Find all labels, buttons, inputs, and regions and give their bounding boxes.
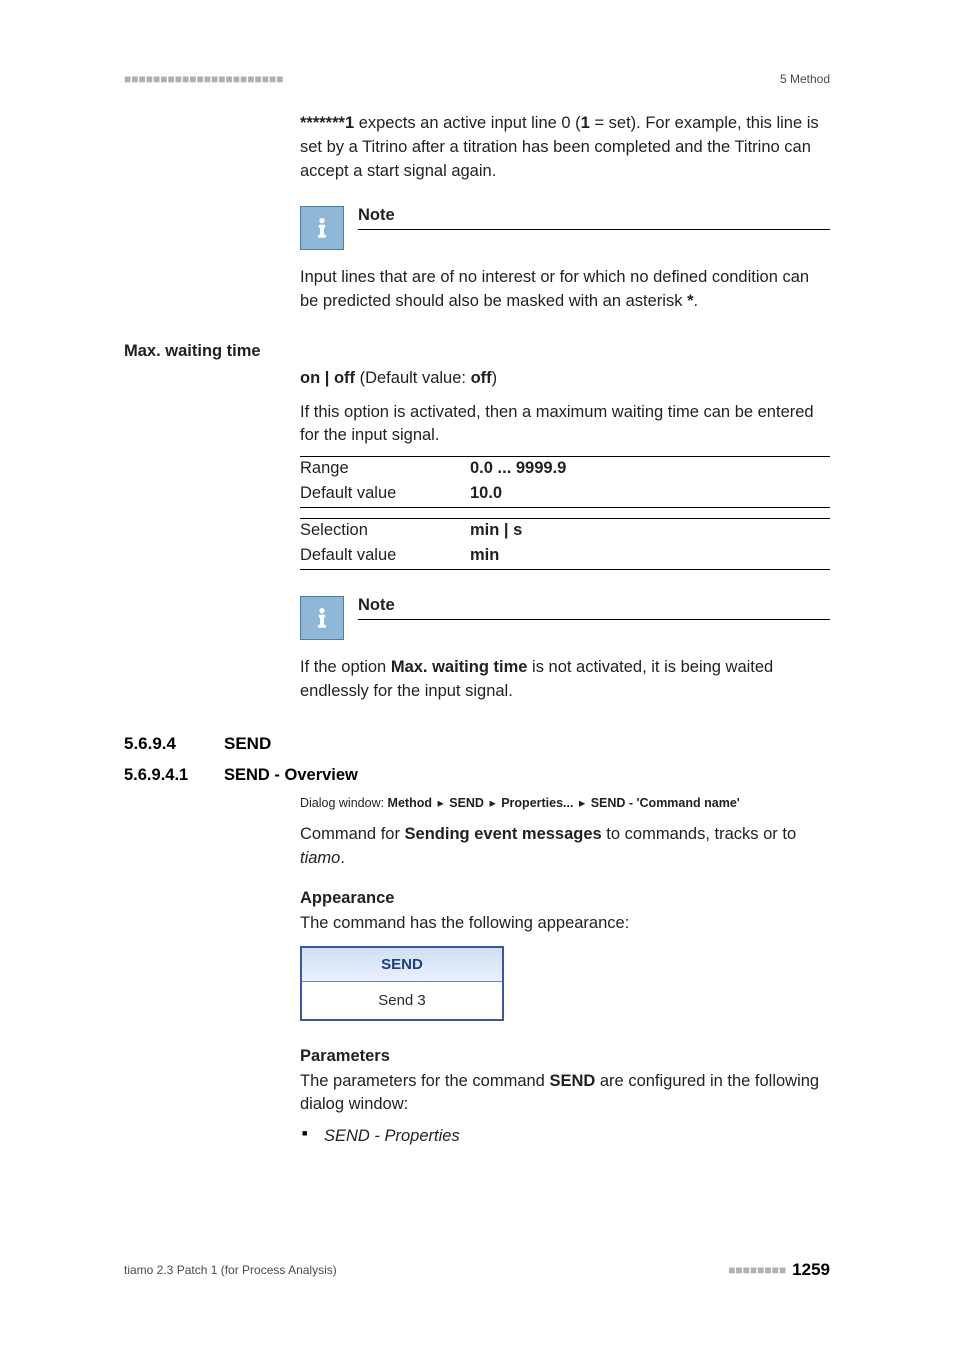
maxwait-toggle-s1: (Default value: (355, 369, 471, 387)
params-bold: SEND (549, 1072, 595, 1090)
heading-send-num: 5.6.9.4 (124, 734, 224, 754)
spec1-k1: Range (300, 459, 470, 478)
send-desc-mid: to commands, tracks or to (602, 825, 796, 843)
spec2-k2: Default value (300, 546, 470, 565)
spec-table-range: Range 0.0 ... 9999.9 Default value 10.0 (300, 456, 830, 508)
heading-send-ov-num: 5.6.9.4.1 (124, 766, 224, 785)
info-icon (300, 206, 344, 250)
note-block-2: Note If the option Max. waiting time is … (300, 596, 830, 704)
note1-body-after: . (693, 292, 698, 310)
send-desc-before: Command for (300, 825, 405, 843)
intro-pattern: *******1 (300, 114, 354, 132)
triangle-icon: ▸ (489, 795, 495, 813)
spec2-v1: min | s (470, 521, 830, 540)
note2-title: Note (358, 596, 830, 620)
parameters-list: SEND - Properties (300, 1125, 830, 1149)
footer-ornament: ■■■■■■■■ (728, 1263, 786, 1277)
params-bullet-1: SEND - Properties (324, 1127, 460, 1145)
info-icon (300, 596, 344, 640)
triangle-icon: ▸ (579, 795, 585, 813)
dialog-p3: Properties... (501, 796, 573, 810)
dialog-path: Dialog window: Method ▸ SEND ▸ Propertie… (300, 795, 830, 813)
parameters-heading: Parameters (300, 1047, 830, 1066)
send-command-box: SEND Send 3 (300, 946, 504, 1021)
appearance-desc: The command has the following appearance… (300, 912, 830, 936)
note-block-1: Note Input lines that are of no interest… (300, 206, 830, 314)
dialog-p1: Method (388, 796, 432, 810)
send-desc-bold: Sending event messages (405, 825, 602, 843)
spec1-v2: 10.0 (470, 484, 830, 503)
params-before: The parameters for the command (300, 1072, 549, 1090)
send-desc-after: . (340, 849, 345, 867)
heading-send-title: SEND (224, 734, 271, 754)
heading-send: 5.6.9.4 SEND (124, 734, 830, 754)
header-section: 5 Method (780, 72, 830, 86)
triangle-icon: ▸ (437, 795, 443, 813)
cmdbox-top: SEND (302, 948, 502, 982)
send-desc-ital: tiamo (300, 849, 340, 867)
parameters-desc: The parameters for the command SEND are … (300, 1070, 830, 1118)
dialog-p4: SEND - 'Command name' (591, 796, 740, 810)
note2-before: If the option (300, 658, 391, 676)
cmdbox-bot: Send 3 (302, 982, 502, 1019)
intro-one: 1 (581, 114, 590, 132)
footer-product: tiamo 2.3 Patch 1 (for Process Analysis) (124, 1263, 337, 1277)
maxwait-desc: If this option is activated, then a maxi… (300, 401, 830, 449)
note1-body-before: Input lines that are of no interest or f… (300, 268, 809, 310)
spec1-k2: Default value (300, 484, 470, 503)
heading-send-ov-title: SEND - Overview (224, 766, 358, 785)
maxwait-label: Max. waiting time (124, 342, 830, 361)
maxwait-toggle-default: off (471, 369, 492, 387)
send-command-desc: Command for Sending event messages to co… (300, 823, 830, 871)
spec-table-selection: Selection min | s Default value min (300, 518, 830, 570)
note1-title: Note (358, 206, 830, 230)
appearance-heading: Appearance (300, 889, 830, 908)
page-number: 1259 (792, 1260, 830, 1280)
note1-body: Input lines that are of no interest or f… (300, 266, 830, 314)
note2-body: If the option Max. waiting time is not a… (300, 656, 830, 704)
list-item: SEND - Properties (300, 1125, 830, 1149)
note2-bold: Max. waiting time (391, 658, 528, 676)
spec2-v2: min (470, 546, 830, 565)
dialog-label: Dialog window: (300, 796, 388, 810)
intro-paragraph: *******1 expects an active input line 0 … (300, 112, 830, 184)
maxwait-toggle: on | off (300, 369, 355, 387)
dialog-p2: SEND (449, 796, 484, 810)
maxwait-toggle-line: on | off (Default value: off) (300, 367, 830, 391)
heading-send-ov: 5.6.9.4.1 SEND - Overview (124, 766, 830, 785)
maxwait-toggle-s2: ) (492, 369, 498, 387)
spec2-k1: Selection (300, 521, 470, 540)
header-ornament-left: ■■■■■■■■■■■■■■■■■■■■■■ (124, 72, 283, 86)
spec1-v1: 0.0 ... 9999.9 (470, 459, 830, 478)
intro-text-1: expects an active input line 0 ( (354, 114, 581, 132)
